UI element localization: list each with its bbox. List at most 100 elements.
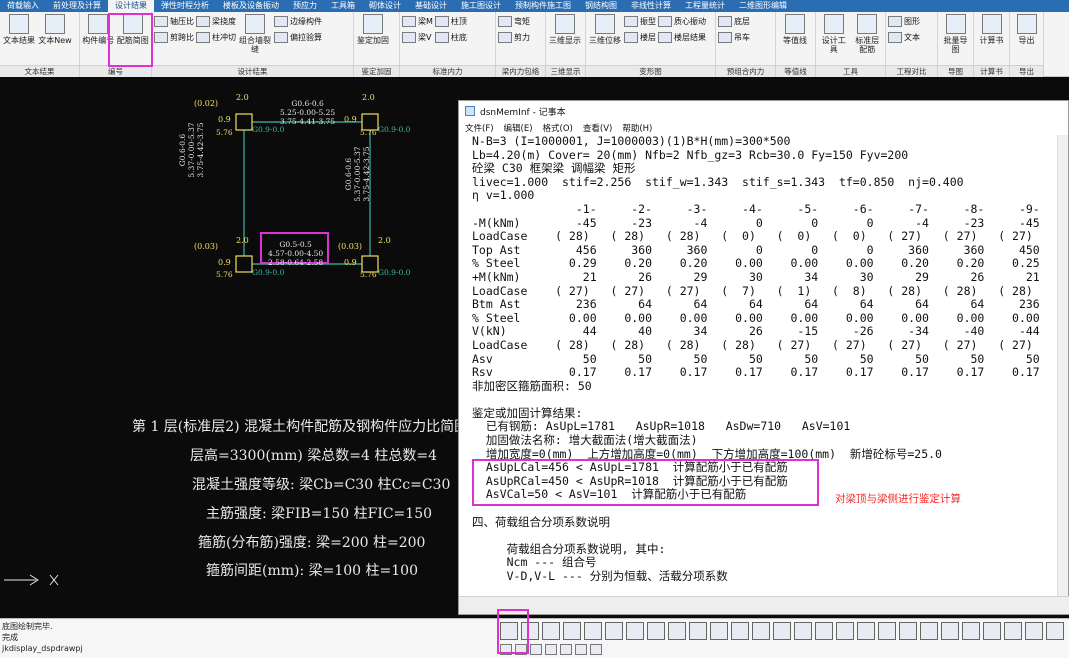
tab-2[interactable]: 设计结果 <box>108 0 154 12</box>
toolbar-button[interactable] <box>590 644 602 655</box>
three-view-button[interactable]: 三维显示 <box>548 14 582 45</box>
combined-wall-button[interactable]: 组合墙裂缝 <box>238 14 272 54</box>
batch-export-button[interactable]: 批量导图 <box>940 14 971 54</box>
beam-v-button[interactable]: 梁V <box>402 30 433 44</box>
toolbar-button[interactable] <box>605 622 623 640</box>
toolbar-button[interactable] <box>542 622 560 640</box>
floor-button[interactable]: 底层 <box>718 14 750 28</box>
toolbar-button[interactable] <box>941 622 959 640</box>
toolbar-button[interactable] <box>731 622 749 640</box>
toolbar-button[interactable] <box>1004 622 1022 640</box>
toolbar-button[interactable] <box>899 622 917 640</box>
toolbar-button[interactable] <box>563 622 581 640</box>
command-output: 底图绘制完毕. 完成 jkdisplay_dspdrawpj <box>2 621 83 654</box>
tab-3[interactable]: 弹性时程分析 <box>154 0 216 12</box>
group-tools: 设计工具 标准层配筋 <box>816 12 886 65</box>
toolbar-button[interactable] <box>794 622 812 640</box>
node-value: 2.0 <box>236 236 249 245</box>
shear-span-button[interactable]: 剪跨比 <box>154 30 194 44</box>
beam-deflection-button[interactable]: 梁挠度 <box>196 14 236 28</box>
column-top-button[interactable]: 柱顶 <box>434 14 467 28</box>
tab-12[interactable]: 非线性计算 <box>624 0 678 12</box>
toolbar-button[interactable] <box>545 644 557 655</box>
toolbar-button[interactable] <box>836 622 854 640</box>
eccentric-check-button[interactable]: 偏拉验算 <box>274 30 322 44</box>
beam-m-button[interactable]: 梁M <box>402 14 433 28</box>
toolbar-button[interactable] <box>815 622 833 640</box>
toolbar-button[interactable] <box>647 622 665 640</box>
bending-button[interactable]: 弯矩 <box>498 14 530 28</box>
tab-9[interactable]: 施工图设计 <box>454 0 508 12</box>
notepad-menu-item[interactable]: 文件(F) <box>465 122 494 134</box>
notepad-window[interactable]: dsnMemInf - 记事本 文件(F) 编辑(E) 格式(O) 查看(V) 帮助(H… <box>458 100 1069 615</box>
story-button[interactable]: 楼层 <box>624 30 656 44</box>
edge-member-button[interactable]: 边缘构件 <box>274 14 322 28</box>
text-button[interactable]: 文本 <box>888 30 920 44</box>
export-button[interactable]: 导出 <box>1012 14 1041 45</box>
node-moment: 5.76 <box>360 270 377 279</box>
column-bottom-button[interactable]: 柱底 <box>434 30 467 44</box>
column-punch-button[interactable]: 柱冲切 <box>196 30 236 44</box>
tab-13[interactable]: 工程量统计 <box>678 0 732 12</box>
toolbar-button[interactable] <box>668 622 686 640</box>
beam-label-line: G0.6-0.6 <box>291 99 324 108</box>
notepad-titlebar[interactable]: dsnMemInf - 记事本 <box>459 101 1068 121</box>
column-punch-icon <box>196 31 210 43</box>
toolbar-button[interactable] <box>773 622 791 640</box>
text-icon <box>888 31 902 43</box>
tab-10[interactable]: 预制构件施工图 <box>508 0 578 12</box>
horizontal-scrollbar[interactable] <box>459 596 1069 614</box>
vibration-icon <box>658 15 672 27</box>
tab-11[interactable]: 钢结构图 <box>578 0 624 12</box>
toolbar-button[interactable] <box>584 622 602 640</box>
node-moment: 5.76 <box>216 270 233 279</box>
notepad-line: 非加密区箍筋面积: 50 <box>472 378 592 393</box>
tab-1[interactable]: 前处理及计算 <box>46 0 108 12</box>
toolbar-button[interactable] <box>560 644 572 655</box>
tab-4[interactable]: 楼板及设备振动 <box>216 0 286 12</box>
std-layer-button[interactable]: 标准层配筋 <box>852 14 884 54</box>
tab-5[interactable]: 预应力 <box>286 0 324 12</box>
quality-vib-button[interactable]: 质心振动 <box>658 14 706 28</box>
toolbar-button[interactable] <box>626 622 644 640</box>
toolbar-button[interactable] <box>710 622 728 640</box>
tab-6[interactable]: 工具箱 <box>324 0 362 12</box>
vertical-scrollbar[interactable] <box>1057 135 1068 598</box>
contour-button[interactable]: 等值线 <box>778 14 812 45</box>
crane-button[interactable]: 吊车 <box>718 30 750 44</box>
calc-book-button[interactable]: 计算书 <box>976 14 1007 45</box>
story-result-button[interactable]: 楼层结果 <box>658 30 706 44</box>
notepad-menu-item[interactable]: 查看(V) <box>583 122 612 134</box>
three-position-button[interactable]: 三维位移 <box>588 14 622 45</box>
toolbar-button[interactable] <box>857 622 875 640</box>
design-tool-button[interactable]: 设计工具 <box>818 14 850 54</box>
mode-shape-button[interactable]: 振型 <box>624 14 656 28</box>
tab-14[interactable]: 二维图形编辑 <box>732 0 794 12</box>
toolbar-button[interactable] <box>1025 622 1043 640</box>
notepad-menu-item[interactable]: 格式(O) <box>543 122 573 134</box>
toolbar-button[interactable] <box>689 622 707 640</box>
tab-0[interactable]: 荷载输入 <box>0 0 46 12</box>
notepad-menu-item[interactable]: 帮助(H) <box>622 122 652 134</box>
ribbon-group-names: 文本结果 编号 设计结果 鉴定加固 标准内力 梁内力包络 三维显示 变形图 预组合内力 等值线 工具… <box>0 65 1044 77</box>
toolbar-button[interactable] <box>983 622 1001 640</box>
toolbar-button[interactable] <box>920 622 938 640</box>
axial-ratio-button[interactable]: 轴压比 <box>154 14 194 28</box>
text-new-button[interactable]: 文本New <box>38 14 72 45</box>
story-icon <box>624 31 638 43</box>
toolbar-button[interactable] <box>962 622 980 640</box>
check-strengthen-button[interactable]: 鉴定加固 <box>356 14 390 45</box>
shape-button[interactable]: 图形 <box>888 14 920 28</box>
tab-7[interactable]: 砌体设计 <box>362 0 408 12</box>
toolbar-button[interactable] <box>1046 622 1064 640</box>
tab-8[interactable]: 基础设计 <box>408 0 454 12</box>
notepad-text-area[interactable]: N-B=3 (I=1000001, J=1000003)(1)B*H(mm)=3… <box>459 135 1059 595</box>
text-result-button[interactable]: 文本结果 <box>2 14 36 45</box>
toolbar-button[interactable] <box>752 622 770 640</box>
notepad-menu-item[interactable]: 编辑(E) <box>504 122 533 134</box>
group-export: 导出 <box>1010 12 1044 65</box>
toolbar-button[interactable] <box>575 644 587 655</box>
toolbar-button[interactable] <box>530 644 542 655</box>
toolbar-button[interactable] <box>878 622 896 640</box>
shear-button[interactable]: 剪力 <box>498 30 530 44</box>
